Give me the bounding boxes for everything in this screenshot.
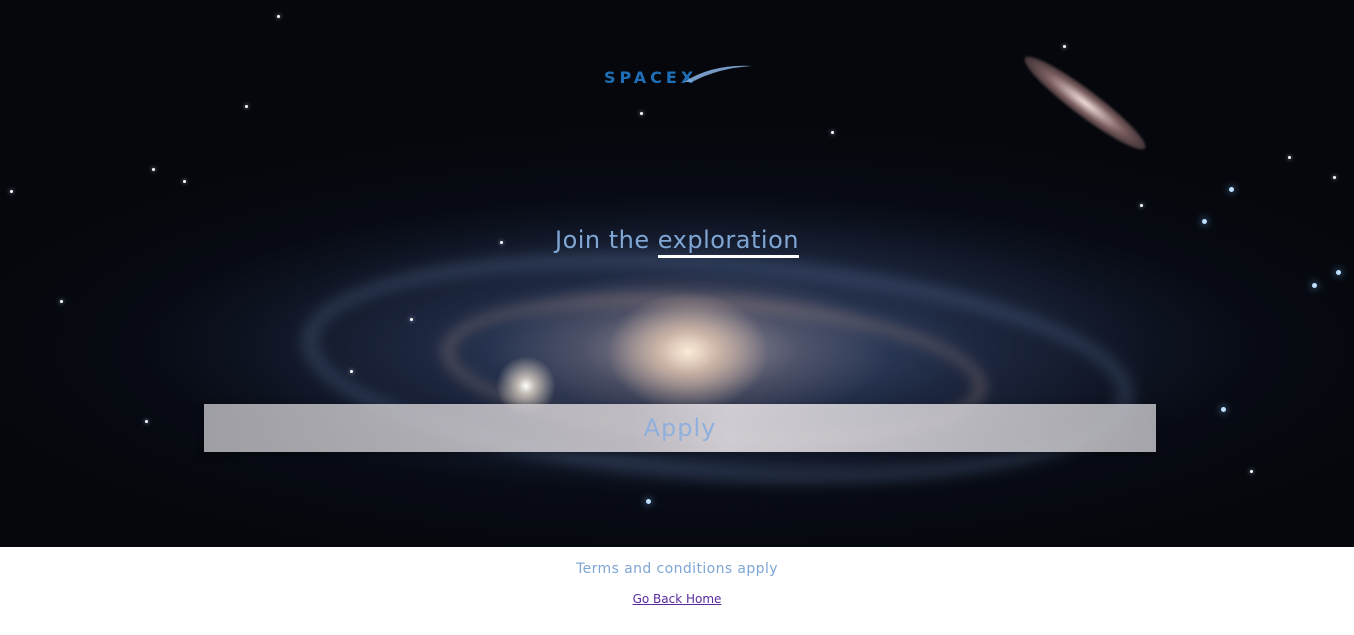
apply-button[interactable]: Apply [204,404,1156,452]
star [1288,156,1291,159]
star [410,318,413,321]
star [640,112,643,115]
distant-galaxy [1017,47,1153,159]
star [60,300,63,303]
logo-swoosh-icon [684,65,752,82]
headline-accent: exploration [657,226,799,258]
go-back-home-link[interactable]: Go Back Home [633,592,722,606]
star [183,180,186,183]
star [245,105,248,108]
star [1063,45,1066,48]
hero-galaxy-background: SPACEX Join the exploration Apply [0,0,1354,547]
blue-star [1336,270,1341,275]
spacex-logo[interactable]: SPACEX [604,62,754,90]
blue-star [1312,283,1317,288]
star [152,168,155,171]
home-link-wrapper: Go Back Home [0,592,1354,606]
star [145,420,148,423]
star [277,15,280,18]
star [10,190,13,193]
star [1140,204,1143,207]
blue-star [1229,187,1234,192]
blue-star [646,499,651,504]
star [831,131,834,134]
headline-prefix: Join the [555,226,658,254]
star [1250,470,1253,473]
blue-star [1221,407,1226,412]
terms-text: Terms and conditions apply [576,561,778,577]
star [1333,176,1336,179]
headline: Join the exploration [0,226,1354,258]
star [350,370,353,373]
blue-star [1202,219,1207,224]
